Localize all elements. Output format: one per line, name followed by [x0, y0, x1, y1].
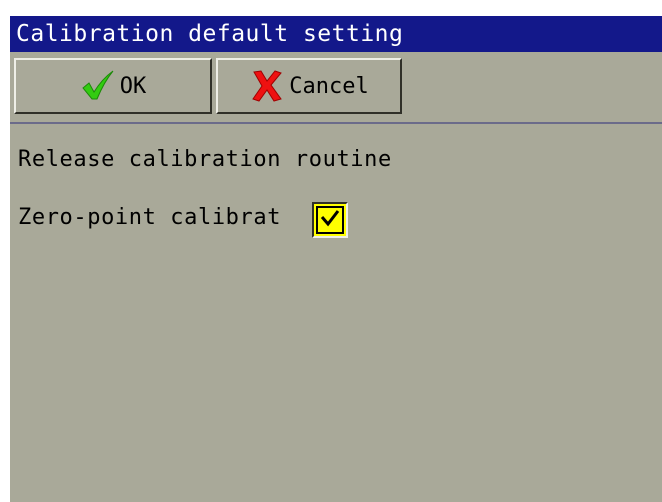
- zero-point-checkbox[interactable]: [312, 202, 348, 238]
- dialog-panel: Calibration default setting OK Cancel Re…: [10, 16, 662, 502]
- toolbar: OK Cancel: [10, 52, 662, 126]
- cancel-button-label: Cancel: [289, 73, 369, 99]
- title-bar: Calibration default setting: [10, 16, 662, 52]
- toolbar-separator: [10, 122, 662, 124]
- ok-button-label: OK: [119, 73, 147, 99]
- zero-point-label: Zero-point calibrat: [18, 205, 282, 230]
- x-icon: [249, 68, 285, 104]
- cancel-button[interactable]: Cancel: [216, 58, 402, 114]
- checkbox-check-icon: [319, 207, 341, 233]
- checkmark-icon: [80, 68, 116, 104]
- ok-button[interactable]: OK: [14, 58, 212, 114]
- section-label: Release calibration routine: [18, 147, 392, 172]
- screen: Calibration default setting OK Cancel Re…: [0, 0, 662, 502]
